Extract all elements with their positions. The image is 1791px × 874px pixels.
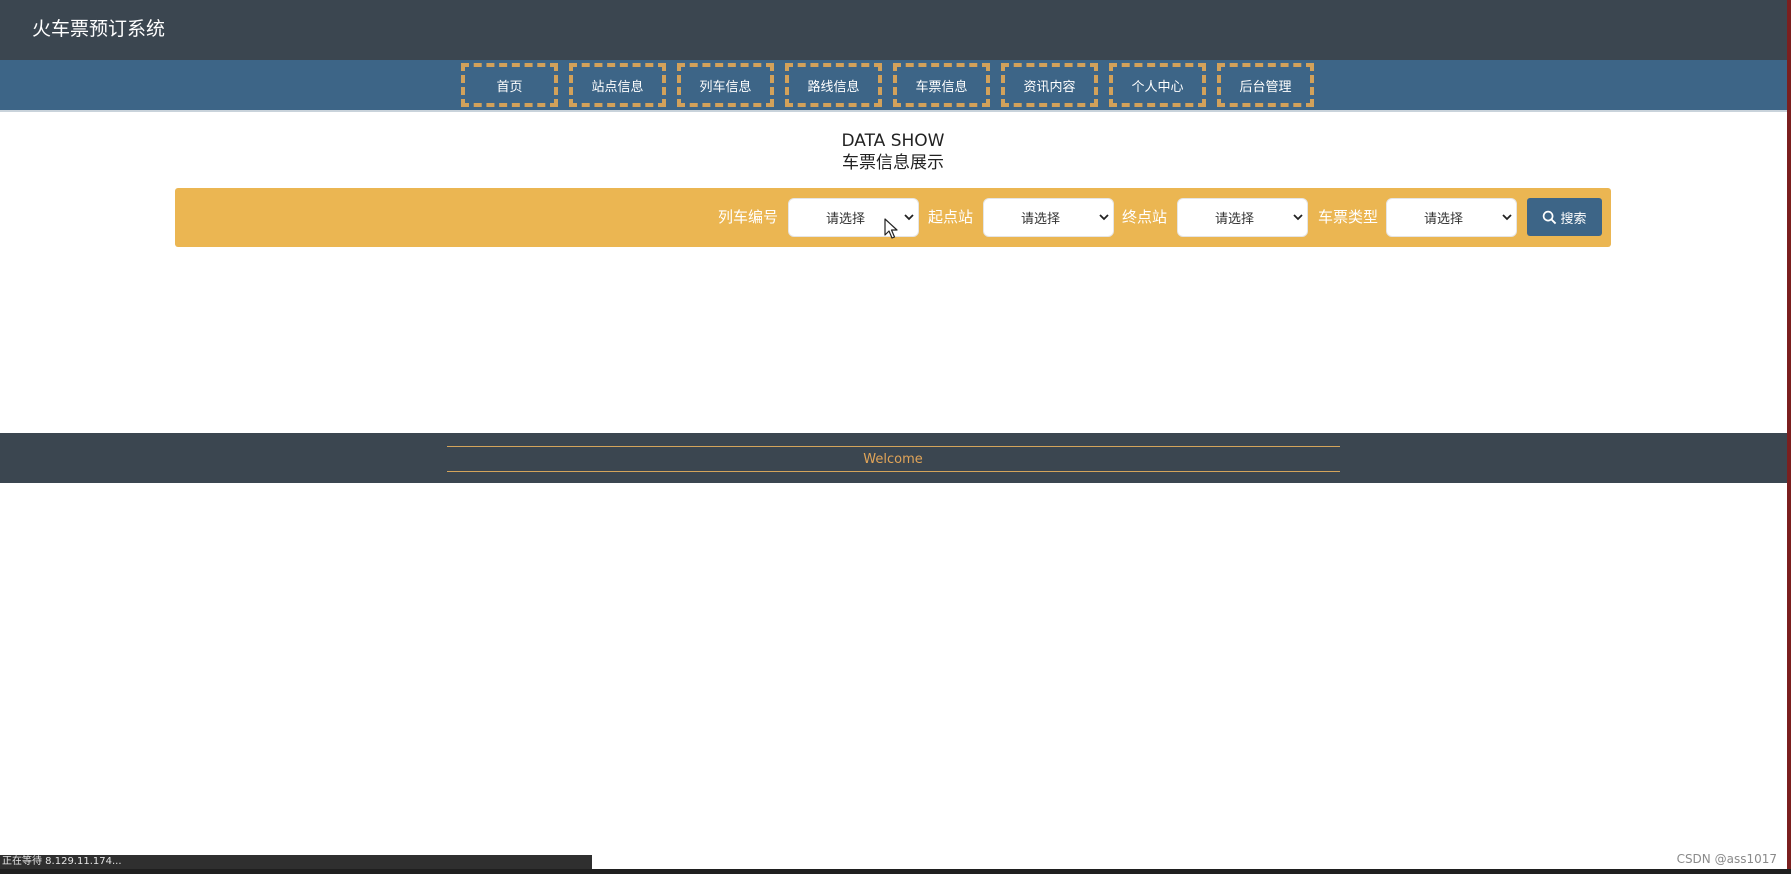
browser-status-bar: 正在等待 8.129.11.174... xyxy=(0,855,592,869)
chevron-down-icon xyxy=(1099,214,1109,221)
train-number-select[interactable]: 请选择 xyxy=(788,198,919,237)
end-station-select[interactable]: 请选择 xyxy=(1177,198,1308,237)
main-nav: 首页 站点信息 列车信息 路线信息 车票信息 资讯内容 个人中心 后台管理 xyxy=(0,60,1791,112)
nav-item-tickets[interactable]: 车票信息 xyxy=(893,63,990,107)
nav-item-news[interactable]: 资讯内容 xyxy=(1001,63,1098,107)
footer-divider-bottom xyxy=(447,471,1340,472)
ticket-type-select[interactable]: 请选择 xyxy=(1386,198,1517,237)
search-icon xyxy=(1543,210,1557,224)
top-header: 火车票预订系统 xyxy=(0,0,1791,60)
section-heading-cn: 车票信息展示 xyxy=(842,153,944,173)
search-button-label: 搜索 xyxy=(1560,211,1587,227)
chevron-down-icon xyxy=(1502,214,1512,221)
section-heading: DATA SHOW 车票信息展示 xyxy=(0,130,1786,174)
nav-item-admin[interactable]: 后台管理 xyxy=(1217,63,1314,107)
end-station-label: 终点站 xyxy=(1122,208,1168,226)
footer-welcome-text: Welcome xyxy=(863,452,923,467)
chevron-down-icon xyxy=(1293,214,1303,221)
start-station-label: 起点站 xyxy=(928,208,974,226)
nav-item-routes[interactable]: 路线信息 xyxy=(785,63,882,107)
nav-item-personal-center[interactable]: 个人中心 xyxy=(1109,63,1206,107)
nav-list: 首页 站点信息 列车信息 路线信息 车票信息 资讯内容 个人中心 后台管理 xyxy=(461,63,1314,107)
start-station-select-value: 请选择 xyxy=(1020,212,1060,227)
start-station-select[interactable]: 请选择 xyxy=(983,198,1114,237)
chevron-down-icon xyxy=(904,214,914,221)
nav-item-trains[interactable]: 列车信息 xyxy=(677,63,774,107)
window-bottom-edge xyxy=(0,869,1791,874)
nav-item-stations[interactable]: 站点信息 xyxy=(569,63,666,107)
site-title: 火车票预订系统 xyxy=(32,18,166,40)
search-button[interactable]: 搜索 xyxy=(1527,198,1602,236)
end-station-select-value: 请选择 xyxy=(1214,212,1254,227)
window-edge xyxy=(1787,0,1791,874)
section-heading-en: DATA SHOW xyxy=(841,131,945,151)
ticket-type-label: 车票类型 xyxy=(1318,208,1379,226)
ticket-type-select-value: 请选择 xyxy=(1423,212,1463,227)
footer: Welcome xyxy=(0,433,1791,483)
train-number-label: 列车编号 xyxy=(718,208,779,226)
footer-divider-top xyxy=(447,446,1340,447)
nav-item-home[interactable]: 首页 xyxy=(461,63,558,107)
mouse-pointer-icon xyxy=(884,218,898,239)
watermark: CSDN @ass1017 xyxy=(1676,852,1777,866)
